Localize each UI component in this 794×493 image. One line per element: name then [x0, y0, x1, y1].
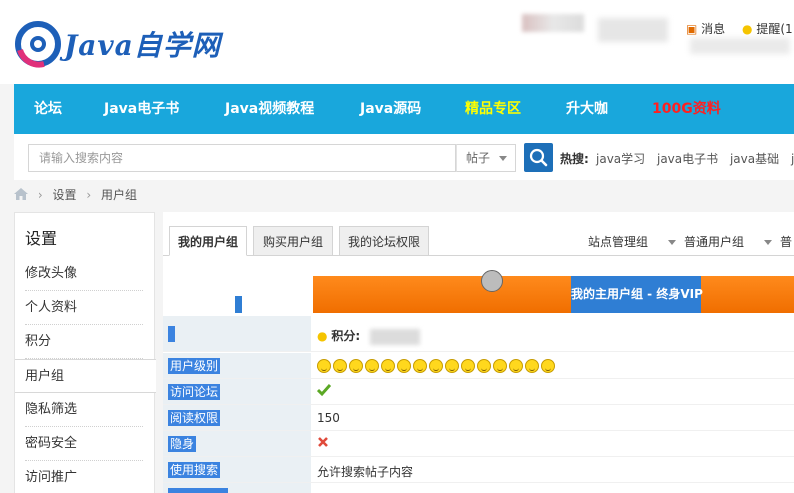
row-marker [168, 326, 175, 342]
smiley-icon [509, 358, 523, 373]
points-value: ● 积分: [317, 327, 420, 345]
logo-mark-icon [15, 21, 61, 68]
vip-banner: 我的主用户组 - 终身VIP [571, 276, 703, 313]
table-row: 阅读权限 150 [163, 405, 794, 431]
nav-item-forum[interactable]: 论坛 [34, 84, 62, 134]
table-row: ● 积分: [163, 316, 794, 352]
smiley-icon [317, 358, 331, 373]
nav-item-upgrade[interactable]: 升大咖 [566, 84, 608, 134]
smiley-icon [541, 358, 555, 373]
search-permission-value: 允许搜索帖子内容 [317, 465, 414, 479]
tab-my-usergroup[interactable]: 我的用户组 [169, 226, 247, 256]
check-icon [316, 383, 332, 400]
search-icon [529, 148, 548, 167]
smiley-icon [445, 358, 459, 373]
site-header: Java自学网 ▣ 消息 ● 提醒(1 [0, 0, 794, 84]
logo-text: Java自学网 [64, 29, 221, 62]
search-input[interactable]: 请输入搜索内容 [28, 144, 456, 172]
hot-search-links: java学习 java电子书 java基础 j2ee ja [596, 150, 794, 167]
main-nav: 论坛 Java电子书 Java视频教程 Java源码 精品专区 升大咖 100G… [14, 84, 794, 134]
sidebar-item-avatar[interactable]: 修改头像 [25, 257, 143, 291]
nav-item-java-source[interactable]: Java源码 [360, 84, 421, 134]
sidebar-item-profile[interactable]: 个人资料 [25, 291, 143, 325]
nav-item-java-videos[interactable]: Java视频教程 [225, 84, 314, 134]
usergroup-progress-bar: 我的主用户组 - 终身VIP [313, 270, 794, 313]
progress-knob [481, 270, 503, 292]
sidebar-item-usergroup[interactable]: 用户组 [15, 359, 156, 393]
smiley-icon [525, 358, 539, 373]
page: Java自学网 ▣ 消息 ● 提醒(1 论坛 Java电子书 Java视频教程 … [0, 0, 794, 493]
nav-item-premium[interactable]: 精品专区 [465, 84, 521, 134]
hot-link[interactable]: java基础 [730, 152, 779, 166]
mail-icon: ▣ [686, 22, 698, 36]
messages-link[interactable]: ▣ 消息 [686, 20, 725, 37]
site-logo[interactable]: Java自学网 [14, 18, 224, 70]
chevron-down-icon [764, 240, 773, 245]
sidebar-item-password[interactable]: 密码安全 [25, 427, 143, 461]
search-type-select[interactable]: 帖子 [456, 144, 516, 172]
main-content: 我的用户组 购买用户组 我的论坛权限 站点管理组 普通用户组 普 我的主用户组 … [163, 212, 794, 493]
sidebar-item-privacy[interactable]: 隐私筛选 [25, 393, 143, 427]
blurred-area [598, 18, 668, 42]
smiley-icon [365, 358, 379, 373]
breadcrumb-usergroup[interactable]: 用户组 [101, 188, 137, 202]
tab-buy-usergroup[interactable]: 购买用户组 [253, 226, 333, 256]
search-button[interactable] [524, 143, 553, 172]
table-row: 访问论坛 [163, 379, 794, 405]
hot-link[interactable]: java学习 [596, 152, 645, 166]
chevron-right-icon: › [86, 188, 92, 202]
remind-link[interactable]: ● 提醒(1 [742, 20, 793, 37]
group-link-more[interactable]: 普 [780, 233, 792, 250]
level-smileys [317, 358, 557, 373]
cross-icon [317, 436, 329, 451]
table-row: 用户级别 [163, 353, 794, 379]
smiley-icon [333, 358, 347, 373]
nav-item-java-ebooks[interactable]: Java电子书 [104, 84, 179, 134]
smiley-icon [493, 358, 507, 373]
level-marker [235, 296, 242, 313]
home-icon[interactable] [14, 188, 28, 200]
hot-link[interactable]: java电子书 [657, 152, 718, 166]
smiley-icon [461, 358, 475, 373]
read-permission-value: 150 [317, 411, 340, 425]
table-row: 使用搜索 允许搜索帖子内容 [163, 457, 794, 483]
smiley-icon [429, 358, 443, 373]
blurred-area [690, 38, 790, 54]
smiley-icon [397, 358, 411, 373]
bulb-icon: ● [742, 22, 753, 36]
bulb-icon: ● [317, 329, 328, 343]
sidebar-title: 设置 [25, 229, 58, 248]
chevron-down-icon [499, 156, 507, 161]
chevron-down-icon [668, 240, 677, 245]
chevron-right-icon: › [37, 188, 43, 202]
search-bar: 请输入搜索内容 帖子 热搜: java学习 java电子书 java基础 j2e… [14, 134, 794, 180]
smiley-icon [477, 358, 491, 373]
sidebar-item-promotion[interactable]: 访问推广 [25, 461, 143, 493]
table-row: 隐身 [163, 431, 794, 457]
blurred-username [522, 14, 584, 32]
table-row [163, 483, 794, 493]
tab-forum-permissions[interactable]: 我的论坛权限 [339, 226, 429, 256]
group-link-normal[interactable]: 普通用户组 [684, 233, 773, 250]
smiley-icon [349, 358, 363, 373]
nav-item-100g[interactable]: 100G资料 [652, 84, 721, 134]
blurred-points [369, 328, 420, 345]
smiley-icon [381, 358, 395, 373]
sidebar-item-points[interactable]: 积分 [25, 325, 143, 359]
group-link-admin[interactable]: 站点管理组 [588, 233, 677, 250]
row-marker [168, 488, 228, 493]
hot-search-label: 热搜: [560, 152, 589, 166]
breadcrumb: › 设置 › 用户组 [14, 185, 137, 205]
smiley-icon [413, 358, 427, 373]
settings-sidebar: 设置 修改头像 个人资料 积分 用户组 隐私筛选 密码安全 访问推广 [14, 212, 156, 493]
breadcrumb-settings[interactable]: 设置 [52, 188, 76, 202]
